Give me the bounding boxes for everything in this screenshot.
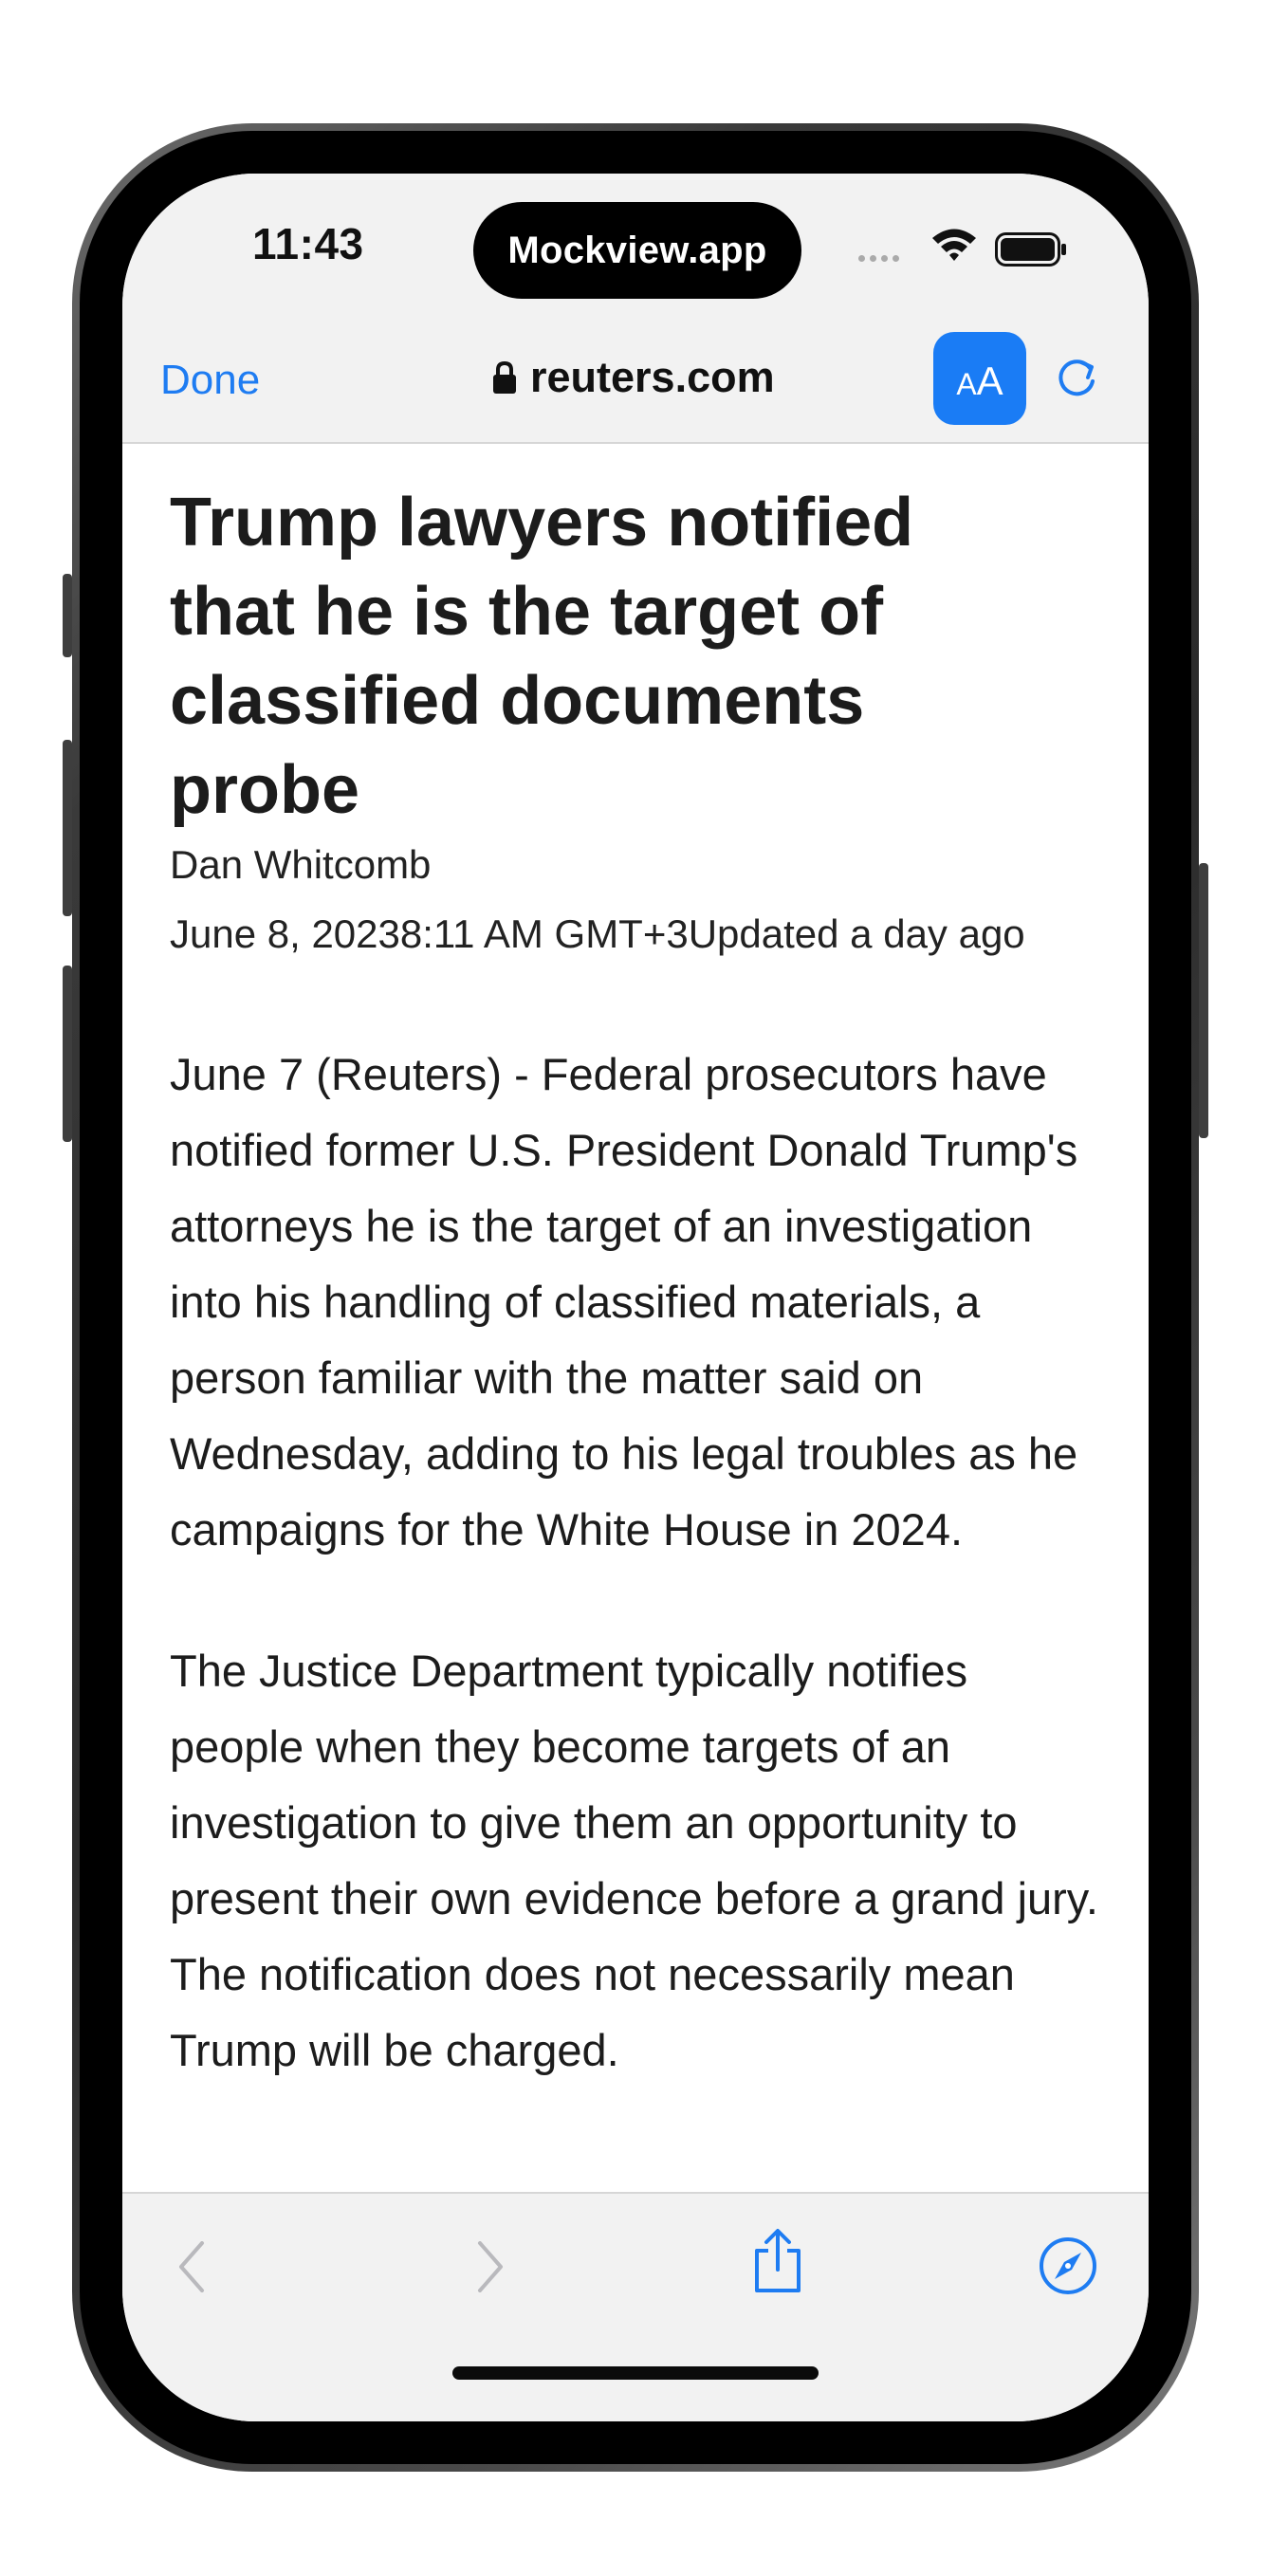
article-dateline: June 8, 20238:11 AM GMT+3Updated a day a… bbox=[170, 911, 1025, 956]
power-button bbox=[1199, 863, 1208, 1138]
back-arrow-icon[interactable] bbox=[177, 2241, 206, 2292]
action-button bbox=[63, 574, 72, 657]
cellular-signal-icon bbox=[858, 255, 899, 262]
article-paragraph: The Justice Department typically notifie… bbox=[170, 1646, 1098, 2075]
wifi-icon bbox=[932, 229, 976, 261]
reload-icon[interactable] bbox=[1052, 351, 1101, 404]
share-icon[interactable] bbox=[751, 2228, 804, 2294]
browser-nav-bar: Done reuters.com AA bbox=[122, 321, 1149, 444]
article-paragraph: June 7 (Reuters) - Federal prosecutors h… bbox=[170, 1049, 1078, 1555]
dynamic-island-label: Mockview.app bbox=[507, 229, 767, 271]
reader-big-a: A bbox=[976, 359, 1003, 403]
status-time: 11:43 bbox=[252, 219, 364, 268]
article-title: Trump lawyers notified that he is the ta… bbox=[170, 485, 914, 828]
phone-screen: 11:43 Mockview.app Done reuters.com AA T… bbox=[122, 174, 1149, 2421]
home-indicator[interactable] bbox=[452, 2366, 819, 2380]
article-author: Dan Whitcomb bbox=[170, 842, 432, 887]
url-text: reuters.com bbox=[530, 353, 775, 401]
battery-icon bbox=[995, 232, 1066, 267]
browser-toolbar bbox=[122, 2192, 1149, 2421]
lock-icon bbox=[493, 360, 516, 394]
dynamic-island: Mockview.app bbox=[473, 202, 801, 299]
volume-up-button bbox=[63, 740, 72, 916]
status-bar: 11:43 Mockview.app bbox=[122, 174, 1149, 321]
done-button[interactable]: Done bbox=[160, 357, 260, 404]
reader-small-a: A bbox=[956, 367, 977, 401]
article-content[interactable]: Trump lawyers notified that he is the ta… bbox=[122, 444, 1149, 2192]
compass-icon[interactable] bbox=[1038, 2236, 1098, 2296]
url-display[interactable]: reuters.com bbox=[492, 353, 775, 402]
reader-text-size-button[interactable]: AA bbox=[933, 332, 1026, 425]
volume-down-button bbox=[63, 966, 72, 1142]
forward-arrow-icon[interactable] bbox=[476, 2241, 505, 2292]
